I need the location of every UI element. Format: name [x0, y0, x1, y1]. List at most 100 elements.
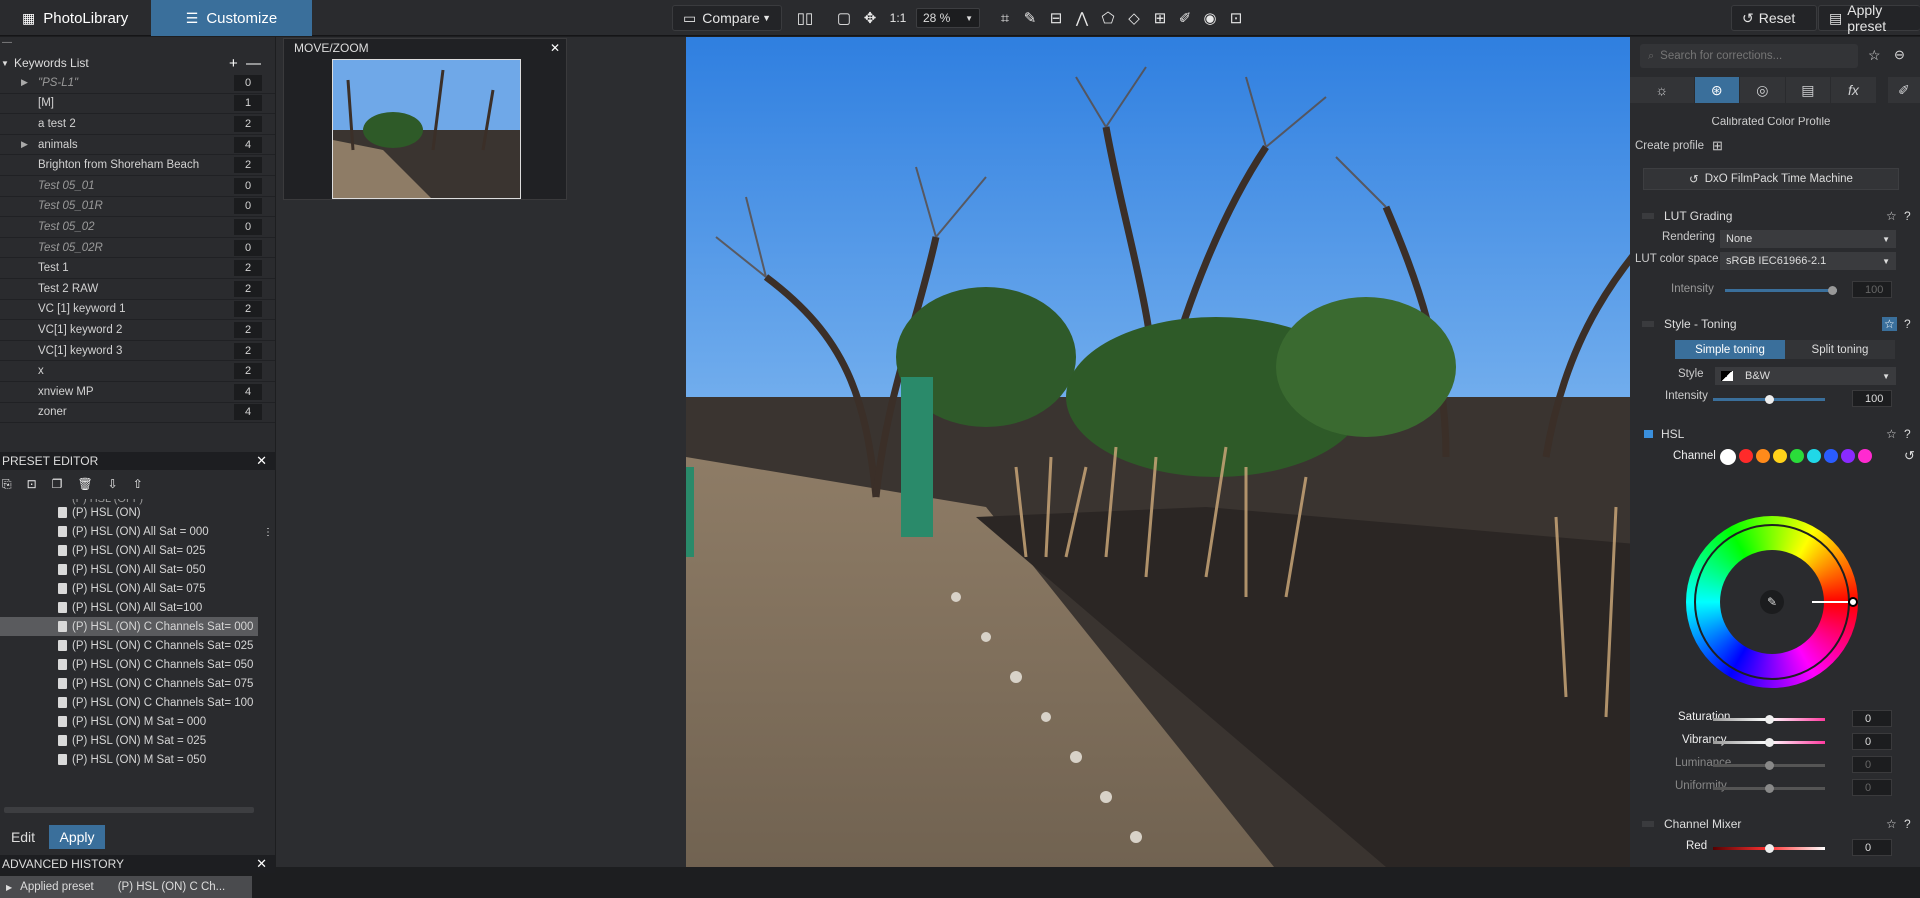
saturation-slider[interactable]	[1713, 715, 1825, 724]
keyword-row[interactable]: VC[1] keyword 2 2	[0, 320, 275, 341]
vibrancy-slider[interactable]	[1713, 738, 1825, 747]
preset-item[interactable]: (P) HSL (ON) C Channels Sat= 050	[0, 655, 258, 674]
slider-thumb[interactable]	[1765, 738, 1774, 747]
red-slider[interactable]	[1713, 844, 1825, 853]
close-icon[interactable]: ✕	[550, 41, 560, 55]
triangle-right-icon[interactable]: ▶	[21, 139, 28, 150]
photo-preview[interactable]	[686, 37, 1787, 867]
lut-colorspace-dropdown[interactable]: sRGB IEC61966-2.1 ▼	[1720, 252, 1896, 270]
vibrancy-value[interactable]: 0	[1852, 733, 1892, 750]
style-toning-header[interactable]: Style - Toning ☆ ?	[1634, 313, 1916, 335]
keyword-row[interactable]: Test 05_01R 0	[0, 197, 275, 218]
style-dropdown[interactable]: B&W ▼	[1715, 367, 1896, 385]
reset-channel-icon[interactable]: ↺	[1904, 448, 1915, 464]
star-icon[interactable]: ☆	[1886, 817, 1897, 831]
keyword-row[interactable]: x2	[0, 361, 275, 382]
lut-intensity-slider[interactable]	[1725, 286, 1837, 295]
vertical-dots-icon[interactable]: ⋮	[263, 527, 273, 547]
toggle-off-icon[interactable]	[1642, 213, 1654, 219]
eyedropper-icon[interactable]: ✎	[1760, 590, 1784, 614]
polygon-icon[interactable]: ⬠	[1098, 8, 1118, 28]
star-icon[interactable]: ☆	[1886, 427, 1897, 441]
red-value[interactable]: 0	[1852, 839, 1892, 856]
preset-item[interactable]: (P) HSL (ON) All Sat = 000	[0, 522, 258, 541]
search-input[interactable]	[1660, 50, 1841, 62]
channel-mixer-header[interactable]: Channel Mixer ☆ ?	[1634, 813, 1916, 835]
help-icon[interactable]: ?	[1904, 209, 1911, 223]
horizon-icon[interactable]: ⊟	[1046, 8, 1066, 28]
rectangle-perspective-icon[interactable]: ◇	[1124, 8, 1144, 28]
remove-icon[interactable]: —	[246, 55, 261, 72]
help-icon[interactable]: ?	[1904, 317, 1911, 331]
move-zoom-thumbnail[interactable]	[332, 59, 521, 199]
keyword-row[interactable]: VC[1] keyword 3 2	[0, 341, 275, 362]
create-profile-icon[interactable]: ⊞	[1712, 138, 1723, 154]
simple-toning-button[interactable]: Simple toning	[1675, 340, 1785, 359]
light-tab-icon[interactable]: ☼	[1630, 77, 1694, 103]
one-to-one-button[interactable]: 1:1	[887, 8, 909, 28]
preset-item[interactable]: (P) HSL (ON) M Sat = 000	[0, 712, 258, 731]
tab-customize[interactable]: ☰ Customize	[151, 0, 312, 36]
hue-handle[interactable]	[1848, 597, 1858, 607]
uniformity-value[interactable]: 0	[1852, 779, 1892, 796]
apply-button[interactable]: Apply	[49, 825, 105, 849]
preset-item[interactable]: (P) HSL (ON) C Channels Sat= 000	[0, 617, 258, 636]
reset-button[interactable]: ↺ Reset	[1731, 5, 1817, 31]
keyword-row[interactable]: ▶ "PS-L1" 0	[0, 73, 275, 94]
favorite-star-icon[interactable]: ☆	[1868, 47, 1881, 64]
keyword-row[interactable]: Test 2 RAW 2	[0, 279, 275, 300]
move-icon[interactable]: ✥	[860, 8, 880, 28]
close-icon[interactable]: ✕	[256, 453, 267, 469]
preset-item[interactable]: (P) HSL (ON) All Sat= 025	[0, 541, 258, 560]
toggle-icon[interactable]: ⊖	[1894, 47, 1905, 63]
search-box[interactable]: ⌕	[1640, 44, 1858, 68]
keyword-row[interactable]: Test 1 2	[0, 258, 275, 279]
keyword-row[interactable]: zoner 4	[0, 403, 275, 424]
edit-button[interactable]: Edit	[5, 825, 41, 849]
import-icon[interactable]: ⇩	[108, 477, 118, 491]
channel-swatch[interactable]	[1756, 449, 1770, 463]
luminance-value[interactable]: 0	[1852, 756, 1892, 773]
repair-icon[interactable]: ✐	[1175, 8, 1195, 28]
filmpack-button[interactable]: ↺ DxO FilmPack Time Machine	[1643, 168, 1899, 190]
channel-swatch[interactable]	[1720, 449, 1736, 465]
local-adjust-tab-icon[interactable]: ✐	[1887, 77, 1920, 103]
keyword-row[interactable]: Test 05_01 0	[0, 176, 275, 197]
preset-item[interactable]: (P) HSL (ON) All Sat= 075	[0, 579, 258, 598]
slider-thumb[interactable]	[1765, 844, 1774, 853]
keyword-row[interactable]: xnview MP 4	[0, 382, 275, 403]
zoom-select[interactable]: 28 % ▼	[916, 8, 980, 28]
triangle-right-icon[interactable]: ▶	[21, 77, 28, 88]
hsl-header[interactable]: HSL ☆ ?	[1634, 423, 1916, 445]
export-icon[interactable]: ⇧	[133, 477, 143, 491]
luminance-slider[interactable]	[1713, 761, 1825, 770]
slider-thumb[interactable]	[1765, 715, 1774, 724]
eye-icon[interactable]: ◉	[1200, 8, 1220, 28]
duplicate-icon[interactable]: ❐	[52, 477, 63, 491]
close-icon[interactable]: ✕	[256, 856, 267, 872]
lut-intensity-value[interactable]: 100	[1852, 281, 1892, 298]
channel-swatch[interactable]	[1824, 449, 1838, 463]
lut-grading-header[interactable]: LUT Grading ☆ ?	[1634, 205, 1916, 227]
keywords-header[interactable]: ▼ Keywords List + —	[0, 53, 275, 73]
keyword-row[interactable]: Test 05_02 0	[0, 217, 275, 238]
history-row[interactable]: ▶ Applied preset (P) HSL (ON) C Ch...	[0, 876, 252, 898]
channel-swatch[interactable]	[1807, 449, 1821, 463]
preset-item[interactable]: (P) HSL (ON)	[0, 503, 258, 522]
toggle-on-icon[interactable]	[1644, 430, 1653, 438]
delete-icon[interactable]: 🗑	[77, 477, 92, 491]
fit-window-icon[interactable]: ▢	[834, 8, 854, 28]
preset-item[interactable]: (P) HSL (ON) C Channels Sat= 100	[0, 693, 258, 712]
color-tab-icon[interactable]: ⊛	[1694, 77, 1740, 103]
keyword-row[interactable]: VC [1] keyword 1 2	[0, 300, 275, 321]
color-wheel[interactable]: ✎	[1686, 516, 1858, 688]
new-preset-icon[interactable]: ⎘	[2, 477, 12, 492]
split-view-icon[interactable]: ▯▯	[795, 8, 815, 28]
apply-preset-button[interactable]: ▤ Apply preset	[1818, 2, 1920, 34]
preset-item[interactable]: (P) HSL (ON) C Channels Sat= 075	[0, 674, 258, 693]
channel-swatch[interactable]	[1739, 449, 1753, 463]
straighten-icon[interactable]: ⊡	[1226, 8, 1246, 28]
eyedropper-icon[interactable]: ✎	[1020, 8, 1040, 28]
preset-item[interactable]: (P) HSL (ON) M Sat = 050	[0, 750, 258, 769]
effects-tab-icon[interactable]: fx	[1831, 77, 1876, 103]
